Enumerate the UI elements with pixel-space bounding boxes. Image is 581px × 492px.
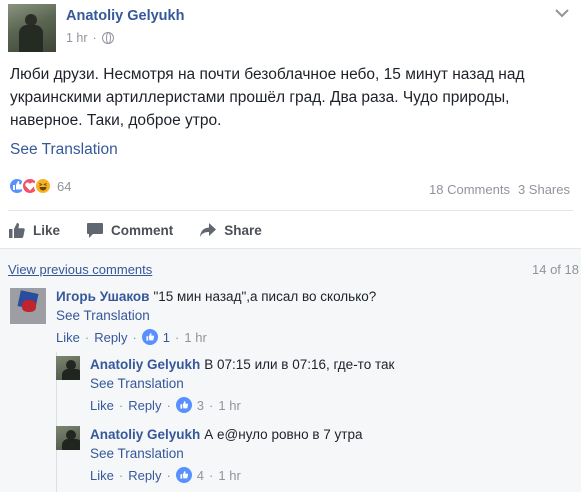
divider bbox=[8, 210, 573, 211]
comment-icon bbox=[87, 222, 104, 238]
comment-button[interactable]: Comment bbox=[86, 222, 173, 239]
shares-count-link[interactable]: 3 Shares bbox=[518, 182, 570, 197]
commenter-avatar[interactable] bbox=[10, 288, 46, 324]
reply-text: В 07:15 или в 07:16, где-то так bbox=[204, 357, 395, 372]
post-meta: 1 hr · bbox=[66, 31, 114, 45]
post-stats: 18 Comments 3 Shares bbox=[429, 182, 570, 197]
post-action-bar: Like Comment Share bbox=[8, 218, 288, 242]
chevron-down-icon[interactable] bbox=[555, 8, 569, 18]
comment-like-link[interactable]: Like bbox=[56, 330, 80, 345]
post-text: Люби друзи. Несмотря на почти безоблачно… bbox=[10, 66, 525, 129]
reply-reply-link[interactable]: Reply bbox=[128, 398, 161, 413]
reactions-summary[interactable]: 64 bbox=[8, 177, 71, 195]
reply-like-count[interactable]: 4 bbox=[197, 468, 204, 483]
reply-see-translation-link[interactable]: See Translation bbox=[90, 376, 184, 391]
reply-text: А е@нуло ровно в 7 утра bbox=[204, 427, 363, 442]
like-reaction-icon bbox=[141, 329, 158, 345]
share-icon bbox=[200, 223, 217, 237]
reply-like-count[interactable]: 3 bbox=[197, 398, 204, 413]
comment-body: Игорь Ушаков "15 мин назад",а писал во ск… bbox=[56, 289, 376, 304]
haha-reaction-icon bbox=[34, 177, 52, 195]
like-button[interactable]: Like bbox=[8, 222, 60, 239]
share-button-label: Share bbox=[224, 222, 262, 238]
post-header: Anatoliy Gelyukh 1 hr · bbox=[8, 4, 573, 52]
comment-actions: Like · Reply · 1 · 1 hr bbox=[56, 329, 207, 345]
comments-counter: 14 of 18 bbox=[532, 262, 579, 277]
comment-like-count[interactable]: 1 bbox=[163, 330, 170, 345]
like-button-label: Like bbox=[33, 222, 61, 238]
reply-like-link[interactable]: Like bbox=[90, 398, 114, 413]
reaction-count: 64 bbox=[57, 178, 72, 194]
reply-reply-link[interactable]: Reply bbox=[128, 468, 161, 483]
comments-count-link[interactable]: 18 Comments bbox=[429, 182, 510, 197]
like-reaction-icon bbox=[175, 467, 192, 483]
thumbs-up-icon bbox=[9, 222, 25, 238]
share-button[interactable]: Share bbox=[199, 222, 262, 238]
reply-author-link[interactable]: Anatoliy Gelyukh bbox=[90, 357, 200, 372]
reply-body: Anatoliy Gelyukh А е@нуло ровно в 7 утра bbox=[90, 427, 362, 442]
comment-text: "15 мин назад",а писал во сколько? bbox=[153, 289, 377, 304]
see-translation-link[interactable]: See Translation bbox=[10, 141, 118, 159]
comment-reply-link[interactable]: Reply bbox=[94, 330, 127, 345]
reply-actions: Like · Reply · 3 · 1 hr bbox=[90, 397, 241, 413]
reply-author-link[interactable]: Anatoliy Gelyukh bbox=[90, 427, 200, 442]
reply-actions: Like · Reply · 4 · 1 hr bbox=[90, 467, 241, 483]
reply-author-avatar[interactable] bbox=[56, 426, 80, 450]
comment-button-label: Comment bbox=[111, 222, 174, 238]
globe-icon bbox=[101, 32, 114, 44]
reply-timestamp[interactable]: 1 hr bbox=[218, 468, 240, 483]
author-avatar[interactable] bbox=[8, 4, 56, 52]
reply-body: Anatoliy Gelyukh В 07:15 или в 07:16, где… bbox=[90, 357, 394, 372]
view-previous-comments-link[interactable]: View previous comments bbox=[8, 262, 152, 277]
post-timestamp[interactable]: 1 hr bbox=[66, 31, 88, 45]
post-author-link[interactable]: Anatoliy Gelyukh bbox=[66, 8, 184, 24]
reply-author-avatar[interactable] bbox=[56, 356, 80, 380]
comment-author-link[interactable]: Игорь Ушаков bbox=[56, 289, 149, 304]
like-reaction-icon bbox=[175, 397, 192, 413]
reply-timestamp[interactable]: 1 hr bbox=[218, 398, 240, 413]
reply-see-translation-link[interactable]: See Translation bbox=[90, 446, 184, 461]
reply-like-link[interactable]: Like bbox=[90, 468, 114, 483]
comment-timestamp[interactable]: 1 hr bbox=[184, 330, 206, 345]
comment-see-translation-link[interactable]: See Translation bbox=[56, 308, 150, 323]
